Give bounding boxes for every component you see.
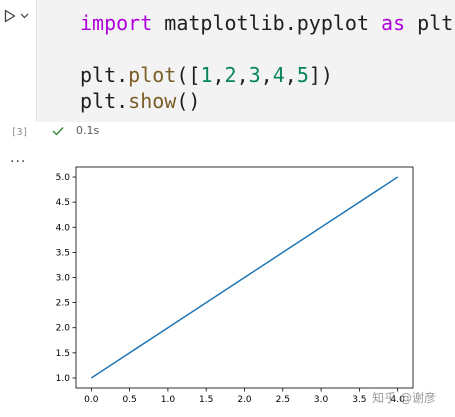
check-icon <box>52 126 64 136</box>
x-tick-label: 3.0 <box>314 395 329 405</box>
keyword-import: import <box>80 11 153 35</box>
keyword-as: as <box>381 11 406 35</box>
module-name: matplotlib.pyplot <box>152 11 382 35</box>
plt-object: plt. <box>80 89 129 113</box>
series-line <box>90 176 399 379</box>
y-tick-label: 1.5 <box>56 349 70 359</box>
x-tick-label: 3.5 <box>352 395 366 405</box>
chevron-down-icon[interactable] <box>20 13 29 19</box>
execution-count: [3] <box>11 127 29 138</box>
play-icon[interactable] <box>4 9 16 23</box>
line-chart: 1.0 1.5 2.0 2.5 3.0 3.5 4.0 4.5 5.0 0.0 0.5 1.0 1.5… <box>56 166 436 405</box>
y-tick-label: 2.0 <box>56 324 71 334</box>
number-literal: 1 <box>200 63 213 87</box>
alias-name: plt <box>405 11 454 35</box>
watermark: 知乎 @谢彦 <box>372 390 436 405</box>
run-cell-button[interactable] <box>4 7 34 25</box>
x-axis: 0.0 0.5 1.0 1.5 2.0 2.5 3.0 3.5 4.0 <box>84 388 405 405</box>
number-literal: 4 <box>272 63 285 87</box>
comma: , <box>260 63 273 87</box>
cell-status: 0.1s <box>52 124 99 137</box>
y-axis: 1.0 1.5 2.0 2.5 3.0 3.5 4.0 4.5 5.0 <box>56 173 76 384</box>
number-literal: 2 <box>224 63 237 87</box>
number-literal: 5 <box>296 63 309 87</box>
x-tick-label: 1.5 <box>199 395 213 405</box>
code-cell-editor[interactable]: import matplotlib.pyplot as plt plt.plot… <box>36 0 455 122</box>
plt-object: plt. <box>80 63 129 87</box>
y-tick-label: 4.5 <box>56 198 70 208</box>
comma: , <box>212 63 225 87</box>
close-bracket: ]) <box>308 63 333 87</box>
call-parens: () <box>176 89 201 113</box>
x-tick-label: 0.5 <box>122 395 136 405</box>
comma: , <box>284 63 297 87</box>
execution-time: 0.1s <box>76 124 100 137</box>
code-block[interactable]: import matplotlib.pyplot as plt plt.plot… <box>80 10 453 114</box>
y-tick-label: 1.0 <box>56 374 71 384</box>
y-tick-label: 3.5 <box>56 248 70 258</box>
open-bracket: ([ <box>176 63 201 87</box>
y-tick-label: 4.0 <box>56 223 71 233</box>
x-tick-label: 2.0 <box>237 395 252 405</box>
number-literal: 3 <box>248 63 261 87</box>
show-function: show <box>128 89 177 113</box>
output-menu-button[interactable]: ... <box>10 150 26 166</box>
x-tick-label: 0.0 <box>84 395 99 405</box>
y-tick-label: 2.5 <box>56 299 70 309</box>
x-tick-label: 2.5 <box>276 395 290 405</box>
y-tick-label: 5.0 <box>56 173 71 183</box>
y-tick-label: 3.0 <box>56 274 71 284</box>
comma: , <box>236 63 249 87</box>
plot-function: plot <box>128 63 177 87</box>
x-tick-label: 1.0 <box>161 395 176 405</box>
